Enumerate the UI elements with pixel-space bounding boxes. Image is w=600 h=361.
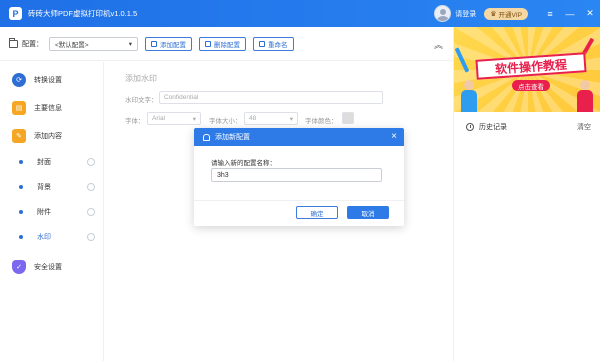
sidebar-item-add-content[interactable]: ✎ 添加内容 bbox=[0, 126, 104, 146]
crown-icon: ♛ bbox=[490, 10, 497, 18]
right-panel: 软件操作教程 点击查看 历史记录 清空 bbox=[453, 27, 600, 361]
config-label: 配置： bbox=[22, 40, 43, 48]
chevron-down-icon: ▾ bbox=[128, 40, 132, 48]
sub-item-watermark[interactable]: 水印 bbox=[0, 229, 104, 245]
font-size-select[interactable]: 48 ▾ bbox=[244, 112, 298, 125]
confirm-button[interactable]: 确定 bbox=[296, 206, 338, 219]
dialog-prompt: 请输入新的配置名称： bbox=[211, 160, 276, 167]
sub-item-cover[interactable]: 封面 bbox=[0, 154, 104, 170]
bell-icon bbox=[203, 133, 210, 141]
delete-config-label: 删除配置 bbox=[214, 41, 240, 49]
config-select[interactable]: <默认配置> ▾ bbox=[49, 36, 138, 51]
bullet-icon bbox=[19, 235, 23, 239]
close-icon[interactable]: ✕ bbox=[580, 8, 600, 19]
config-name-input[interactable]: 3h3 bbox=[211, 168, 382, 182]
rename-config-button[interactable]: 重命名 bbox=[253, 36, 294, 51]
dialog-header: 添加新配置 × bbox=[194, 128, 404, 146]
minimize-icon[interactable]: — bbox=[560, 9, 580, 19]
font-select-value: Arial bbox=[152, 115, 166, 122]
add-config-dialog: 添加新配置 × 请输入新的配置名称： 3h3 确定 取消 bbox=[194, 128, 404, 226]
sidebar-item-label: 安全设置 bbox=[34, 264, 62, 271]
radio-toggle[interactable] bbox=[87, 183, 95, 191]
sub-item-label: 附件 bbox=[37, 209, 51, 216]
rename-icon bbox=[259, 40, 265, 47]
watermark-text-label: 水印文字： bbox=[125, 97, 158, 104]
dialog-divider bbox=[194, 200, 404, 201]
chevron-down-icon: ▾ bbox=[192, 115, 196, 123]
document-edit-icon: ✎ bbox=[12, 129, 26, 143]
watermark-text-input[interactable]: Confidential bbox=[159, 91, 383, 104]
cancel-button[interactable]: 取消 bbox=[347, 206, 389, 219]
bullet-icon bbox=[19, 160, 23, 164]
config-toolbar: 配置： <默认配置> ▾ 添加配置 删除配置 重命名 ︽ bbox=[0, 27, 453, 61]
dialog-title: 添加新配置 bbox=[215, 134, 250, 141]
login-link[interactable]: 请登录 bbox=[455, 9, 476, 19]
radio-toggle[interactable] bbox=[87, 158, 95, 166]
font-color-swatch[interactable] bbox=[342, 112, 354, 124]
clock-icon bbox=[466, 123, 474, 131]
vip-label: 开通VIP bbox=[498, 11, 522, 19]
bullet-icon bbox=[19, 185, 23, 189]
clear-history-button[interactable]: 清空 bbox=[577, 122, 591, 132]
chevron-down-icon: ▾ bbox=[289, 115, 293, 123]
sidebar-item-security[interactable]: ✓ 安全设置 bbox=[0, 257, 104, 277]
info-card-icon: ▤ bbox=[12, 101, 26, 115]
font-label: 字体： bbox=[125, 118, 145, 125]
shield-icon: ✓ bbox=[12, 260, 26, 274]
sidebar-item-main-info[interactable]: ▤ 主要信息 bbox=[0, 98, 104, 118]
delete-file-icon bbox=[205, 40, 211, 47]
app-logo-icon: P bbox=[9, 7, 22, 20]
sidebar-item-convert-settings[interactable]: ⟳ 转换设置 bbox=[0, 70, 104, 90]
radio-toggle[interactable] bbox=[87, 208, 95, 216]
app-title: 砖砖大师PDF虚拟打印机v1.0.1.5 bbox=[28, 9, 138, 18]
folder-icon bbox=[9, 37, 18, 48]
add-file-icon bbox=[151, 40, 157, 47]
history-label: 历史记录 bbox=[479, 124, 507, 131]
tutorial-banner[interactable]: 软件操作教程 点击查看 bbox=[454, 27, 600, 112]
sidebar-item-label: 添加内容 bbox=[34, 133, 62, 140]
bullet-icon bbox=[19, 210, 23, 214]
user-avatar-icon[interactable] bbox=[434, 5, 452, 22]
banner-subtitle: 点击查看 bbox=[512, 80, 550, 91]
radio-toggle[interactable] bbox=[87, 233, 95, 241]
vip-button[interactable]: ♛ 开通VIP bbox=[484, 7, 528, 20]
collapse-up-icon[interactable]: ︽ bbox=[434, 38, 443, 51]
menu-icon[interactable]: ≡ bbox=[540, 9, 560, 19]
add-config-button[interactable]: 添加配置 bbox=[145, 36, 192, 51]
sub-item-background[interactable]: 背景 bbox=[0, 179, 104, 195]
font-size-select-value: 48 bbox=[249, 115, 257, 122]
sub-item-label: 背景 bbox=[37, 184, 51, 191]
sub-item-label: 水印 bbox=[37, 234, 51, 241]
sidebar-item-label: 主要信息 bbox=[34, 105, 62, 112]
font-size-label: 字体大小： bbox=[209, 118, 242, 125]
config-select-value: <默认配置> bbox=[55, 41, 89, 49]
sub-item-attachment[interactable]: 附件 bbox=[0, 204, 104, 220]
person-illustration bbox=[576, 80, 594, 112]
sub-item-label: 封面 bbox=[37, 159, 51, 166]
dialog-close-icon[interactable]: × bbox=[391, 131, 397, 142]
section-title: 添加水印 bbox=[125, 74, 157, 83]
history-header: 历史记录 清空 bbox=[454, 119, 600, 135]
delete-config-button[interactable]: 删除配置 bbox=[199, 36, 246, 51]
refresh-icon: ⟳ bbox=[12, 73, 26, 87]
title-bar: P 砖砖大师PDF虚拟打印机v1.0.1.5 请登录 ♛ 开通VIP ≡ — ✕ bbox=[0, 0, 600, 27]
add-config-label: 添加配置 bbox=[160, 41, 186, 49]
font-color-label: 字体颜色： bbox=[305, 118, 338, 125]
font-select[interactable]: Arial ▾ bbox=[147, 112, 201, 125]
person-illustration bbox=[460, 80, 478, 112]
sidebar: ⟳ 转换设置 ▤ 主要信息 ✎ 添加内容 封面 背景 附件 水印 ✓ 安全设置 bbox=[0, 62, 104, 361]
rename-config-label: 重命名 bbox=[268, 41, 288, 49]
sidebar-item-label: 转换设置 bbox=[34, 77, 62, 84]
